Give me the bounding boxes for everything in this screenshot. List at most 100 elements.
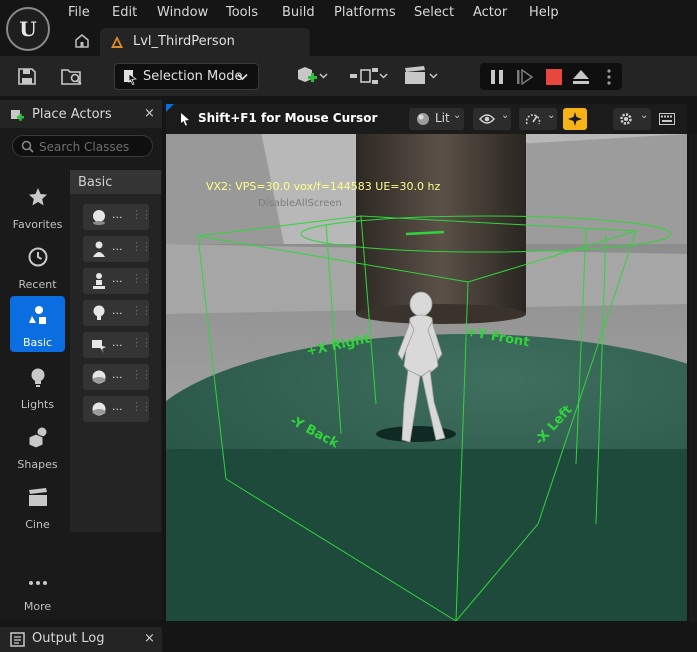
actor-row-player-start[interactable]: ... ⋮⋮: [83, 332, 152, 358]
close-icon[interactable]: ×: [144, 106, 155, 121]
chevron-down-icon: ⌄: [453, 110, 462, 121]
realtime-toggle[interactable]: [563, 108, 587, 130]
category-label: Basic: [22, 336, 53, 349]
category-label: More: [23, 600, 52, 613]
place-actors-panel: Place Actors × Favorites Recent: [0, 100, 162, 620]
category-lights[interactable]: Lights: [10, 358, 65, 414]
selection-mode-label: Selection Mode: [143, 69, 243, 84]
actor-list-header: Basic: [70, 170, 161, 194]
lightbulb-icon: [31, 368, 45, 387]
content-browser-icon[interactable]: [60, 62, 84, 90]
drag-grip-icon[interactable]: ⋮⋮: [131, 400, 152, 413]
actor-row-empty-actor[interactable]: ... ⋮⋮: [83, 204, 152, 230]
menu-build[interactable]: Build: [282, 5, 315, 21]
ellipsis-icon: [29, 581, 47, 585]
category-shapes[interactable]: Shapes: [10, 418, 65, 474]
pawn-icon: [93, 273, 105, 289]
menu-file[interactable]: File: [68, 5, 90, 21]
gear-icon: [620, 113, 632, 125]
eject-icon[interactable]: [572, 69, 590, 85]
cube-icon: [28, 427, 47, 448]
menu-tools[interactable]: Tools: [226, 5, 258, 21]
actor-label: ...: [112, 208, 123, 221]
actor-label: ...: [112, 272, 123, 285]
unreal-logo-icon[interactable]: U: [6, 7, 50, 51]
category-basic[interactable]: Basic: [10, 296, 65, 352]
viewport-settings-dropdown[interactable]: ⌄: [613, 108, 651, 130]
selection-mode-dropdown[interactable]: Selection Mode: [114, 63, 259, 90]
category-more[interactable]: More: [10, 564, 65, 620]
faint-overlay-text: DisableAllScreen: [258, 198, 342, 209]
viewport-corner-marker: [166, 104, 174, 112]
category-favorites[interactable]: Favorites: [10, 178, 65, 234]
right-edge-scrollbar[interactable]: [689, 134, 697, 622]
empty-actor-icon: [93, 210, 105, 225]
step-icon[interactable]: [516, 69, 534, 85]
more-icon[interactable]: [606, 68, 612, 86]
selection-arrow-icon: [124, 70, 137, 85]
menu-actor[interactable]: Actor: [473, 5, 507, 21]
player-start-icon: [92, 340, 106, 353]
category-cine[interactable]: Cine: [10, 478, 65, 534]
eye-icon: [479, 114, 495, 124]
cinematics-icon[interactable]: [402, 62, 440, 90]
add-actor-icon[interactable]: [294, 62, 330, 90]
drag-grip-icon[interactable]: ⋮⋮: [131, 240, 152, 253]
output-log-icon: [10, 632, 25, 647]
category-label: Cine: [25, 518, 50, 531]
keyboard-icon[interactable]: [659, 113, 675, 125]
category-label: Lights: [20, 398, 55, 411]
drag-grip-icon[interactable]: ⋮⋮: [131, 208, 152, 221]
output-log-tab[interactable]: Output Log ×: [0, 627, 162, 652]
shapes-basic-icon: [29, 306, 46, 324]
save-icon[interactable]: [16, 62, 38, 90]
drag-grip-icon[interactable]: ⋮⋮: [131, 368, 152, 381]
viewport-toolbar: Shift+F1 for Mouse Cursor Lit ⌄ ⌄ ⌄ ⌄: [166, 104, 687, 134]
chevron-down-icon: [237, 73, 248, 81]
category-recent[interactable]: Recent: [10, 238, 65, 294]
level-tab-label: Lvl_ThirdPerson: [133, 34, 235, 49]
category-label: Favorites: [12, 218, 63, 231]
actor-label: ...: [112, 368, 123, 381]
level-tab[interactable]: Lvl_ThirdPerson: [100, 28, 310, 56]
character-icon: [93, 241, 105, 257]
menu-select[interactable]: Select: [414, 5, 454, 21]
place-actors-title: Place Actors: [32, 107, 112, 122]
search-classes-box[interactable]: [12, 135, 153, 157]
actor-row-sphere[interactable]: ... ⋮⋮: [83, 364, 152, 390]
sphere-icon: [92, 370, 106, 384]
menu-edit[interactable]: Edit: [112, 5, 137, 21]
lit-mode-label: Lit: [435, 111, 450, 125]
drag-grip-icon[interactable]: ⋮⋮: [131, 336, 152, 349]
stats-overlay-text: VX2: VPS=30.0 vox/f=144583 UE=30.0 hz: [206, 180, 441, 193]
close-icon[interactable]: ×: [144, 631, 155, 646]
home-icon[interactable]: [73, 32, 91, 50]
pause-icon[interactable]: [490, 69, 504, 85]
performance-dropdown[interactable]: ⌄: [519, 108, 557, 130]
place-actors-header: Place Actors ×: [0, 100, 162, 128]
play-controls: [480, 63, 622, 90]
menu-help[interactable]: Help: [529, 5, 559, 21]
search-classes-input[interactable]: [39, 139, 149, 154]
stop-icon[interactable]: [546, 69, 562, 85]
actor-row-point-light[interactable]: ... ⋮⋮: [83, 300, 152, 326]
lit-mode-dropdown[interactable]: Lit ⌄: [409, 108, 464, 130]
clapperboard-icon: [29, 488, 47, 506]
show-flags-dropdown[interactable]: ⌄: [473, 108, 511, 130]
actor-row-character[interactable]: ... ⋮⋮: [83, 236, 152, 262]
drag-grip-icon[interactable]: ⋮⋮: [131, 304, 152, 317]
point-light-icon: [93, 305, 105, 320]
menu-window[interactable]: Window: [157, 5, 208, 21]
drag-grip-icon[interactable]: ⋮⋮: [131, 272, 152, 285]
level-icon: [111, 36, 123, 48]
actor-list-title: Basic: [78, 175, 113, 190]
category-rail: Favorites Recent Basic Lights Shapes Cin…: [0, 170, 70, 620]
mouse-cursor-hint: Shift+F1 for Mouse Cursor: [198, 111, 378, 125]
actor-row-sphere-2[interactable]: ... ⋮⋮: [83, 396, 152, 422]
main-toolbar: Selection Mode: [0, 56, 697, 96]
menu-platforms[interactable]: Platforms: [334, 5, 396, 21]
category-label: Recent: [18, 278, 57, 291]
actor-row-pawn[interactable]: ... ⋮⋮: [83, 268, 152, 294]
blueprint-icon[interactable]: [348, 62, 388, 90]
search-icon: [21, 140, 34, 153]
